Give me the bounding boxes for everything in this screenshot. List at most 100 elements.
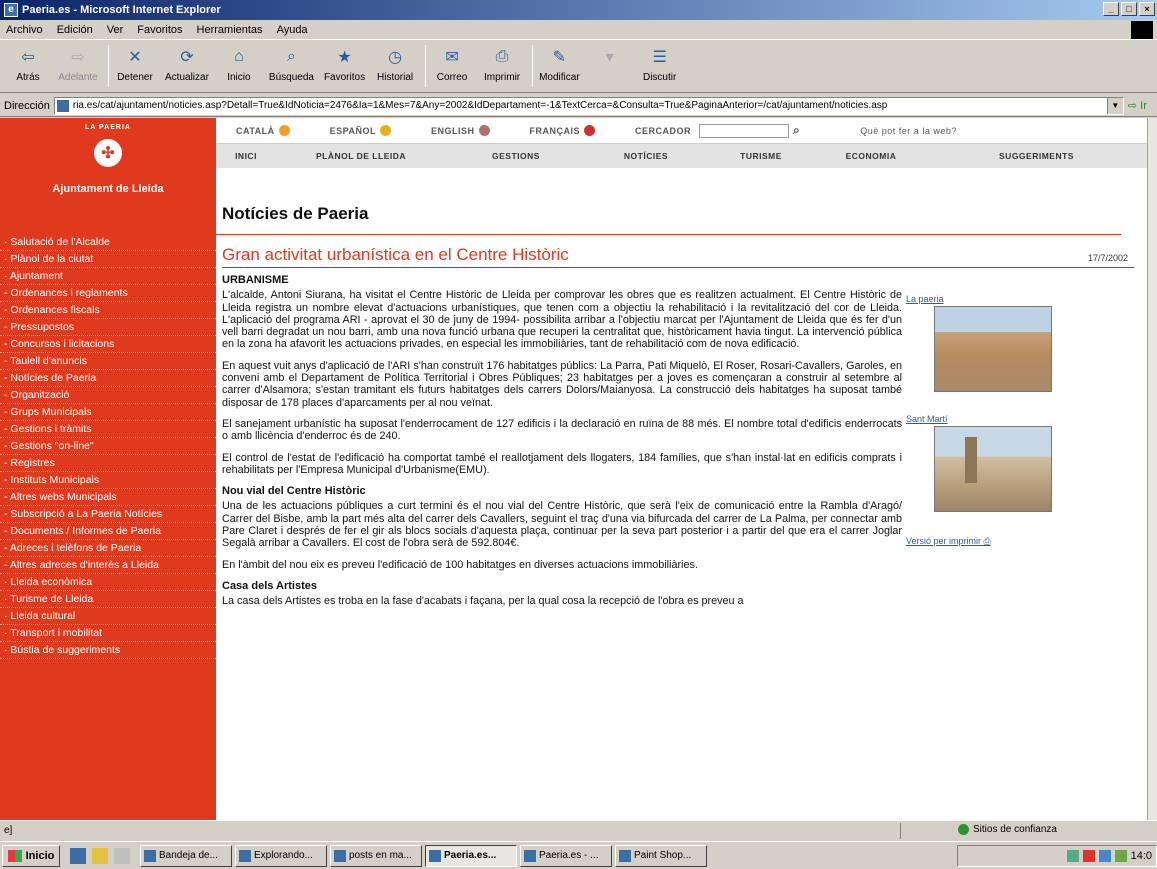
address-label: Dirección (4, 99, 50, 112)
nav-item-4[interactable]: TURISME (706, 151, 816, 161)
nav-item-3[interactable]: NOTÍCIES (586, 151, 706, 161)
toolbar-button-12[interactable]: ☰ Discutir (640, 45, 680, 83)
go-button[interactable]: ⇨ Ir (1128, 99, 1147, 112)
sidebar-item[interactable]: - Grups Municipals (0, 404, 216, 421)
nav-item-1[interactable]: PLÀNOL DE LLEIDA (276, 151, 446, 161)
top-navigation: CATALÀ ESPAÑOL ENGLISH FRANÇAIS CERCADOR ⌕ Què… (216, 118, 1147, 170)
language-link[interactable]: CATALÀ (216, 125, 310, 136)
toolbar-button-2[interactable]: ✕ Detener (115, 45, 155, 83)
taskbar-button[interactable]: Paeria.es... (425, 844, 517, 867)
tray-network-icon[interactable] (1066, 850, 1079, 862)
help-link[interactable]: Què pot fer a la web? (860, 126, 957, 136)
ie-quicklaunch-icon[interactable] (70, 847, 86, 864)
sidebar-item[interactable]: - Altres adreces d'interès a Lleida (0, 557, 216, 574)
nav-item-5[interactable]: ECONOMIA (816, 151, 926, 161)
menu-item-1[interactable]: Edición (57, 24, 93, 36)
sidebar-item[interactable]: · Plànol de la ciutat (0, 251, 216, 268)
sidebar-item[interactable]: · Ajuntament (0, 268, 216, 285)
tray-security-icon[interactable] (1114, 850, 1127, 862)
main-nav: INICI PLÀNOL DE LLEIDA GESTIONS NOTÍCIES TUR… (216, 144, 1147, 168)
nav-item-2[interactable]: GESTIONS (446, 151, 586, 161)
trusted-zone-icon (958, 824, 969, 835)
sidebar-item[interactable]: - Organització (0, 387, 216, 404)
taskbar: Inicio Bandeja de... Explorando... posts e… (0, 841, 1157, 869)
nav-item-6[interactable]: SUGGERIMENTS (926, 151, 1147, 161)
sidebar-item[interactable]: - Taulell d'anuncis (0, 353, 216, 370)
toolbar-button-8[interactable]: ✉ Correo (432, 45, 472, 83)
site-logo[interactable]: LA PAERIA ✣ Ajuntament de Lleida (0, 118, 216, 222)
flag-icon (584, 125, 596, 136)
close-button[interactable]: × (1139, 2, 1155, 16)
sidebar-item[interactable]: · Salutació de l'Alcalde (0, 234, 216, 251)
menu-item-0[interactable]: Archivo (6, 24, 43, 36)
folder-quicklaunch-icon[interactable] (92, 847, 108, 864)
sidebar-item[interactable]: · Lleida cultural (0, 608, 216, 625)
sidebar-item[interactable]: - Pressupostos (0, 319, 216, 336)
language-link[interactable]: FRANÇAIS (510, 125, 616, 136)
sidebar-item[interactable]: - Ordenances i reglaments (0, 285, 216, 302)
search-input[interactable] (699, 123, 790, 138)
toolbar-label: Detener (117, 72, 153, 83)
windows-flag-icon (1131, 21, 1153, 39)
taskbar-button[interactable]: Bandeja de... (140, 844, 232, 867)
toolbar-button-7[interactable]: ◷ Historial (375, 45, 415, 83)
address-input[interactable]: ria.es/cat/ajuntament/noticies.asp?Detal… (53, 96, 1124, 115)
sidebar-item[interactable]: - Adreces i telèfons de Paeria (0, 540, 216, 557)
taskbar-button[interactable]: Paeria.es - ... (520, 844, 612, 867)
article-paragraph: En l'àmbit del nou eix es preveu l'edifi… (222, 558, 698, 571)
sidebar-item[interactable]: · Bústia de suggeriments (0, 642, 216, 659)
taskbar-button[interactable]: Explorando... (235, 844, 327, 867)
minimize-button[interactable]: _ (1103, 2, 1119, 16)
tray-volume-icon[interactable] (1098, 850, 1111, 862)
menu-item-3[interactable]: Favoritos (137, 24, 182, 36)
toolbar-button-6[interactable]: ★ Favoritos (324, 45, 365, 83)
desktop-quicklaunch-icon[interactable] (114, 847, 130, 864)
vertical-scrollbar[interactable] (1147, 118, 1157, 820)
toolbar-button-5[interactable]: ⌕ Búsqueda (269, 45, 314, 83)
task-label: Paint Shop... (634, 850, 692, 861)
sidebar-item[interactable]: - Altres webs Municipals (0, 489, 216, 506)
zone-label: Sitios de confianza (973, 824, 1057, 835)
language-link[interactable]: ENGLISH (411, 125, 510, 136)
sidebar-item[interactable]: - Instituts Municipals (0, 472, 216, 489)
edit-icon: ✎ (552, 49, 567, 66)
nav-item-0[interactable]: INICI (216, 151, 276, 161)
print-icon: ⎙ (495, 48, 509, 65)
menu-item-4[interactable]: Herramientas (197, 24, 263, 36)
ie-window: e Paeria.es - Microsoft Internet Explore… (0, 0, 1157, 869)
menu-item-5[interactable]: Ayuda (277, 24, 308, 36)
language-link[interactable]: ESPAÑOL (310, 125, 411, 136)
sidebar-item[interactable]: - Registres (0, 455, 216, 472)
task-app-icon (144, 849, 156, 862)
toolbar-button-10[interactable]: ✎ Modificar (539, 45, 580, 83)
sidebar-item[interactable]: - Gestions i tràmits (0, 421, 216, 438)
sidebar-item[interactable]: - Notícies de Paeria (0, 370, 216, 387)
sidebar-item[interactable]: · Turisme de Lleida (0, 591, 216, 608)
photo-caption-paeria[interactable]: La paeria (906, 294, 1106, 304)
search-icon[interactable]: ⌕ (793, 123, 800, 138)
page-icon (56, 99, 69, 112)
sidebar-item[interactable]: · Transport i mobilitat (0, 625, 216, 642)
menu-item-2[interactable]: Ver (107, 24, 124, 36)
photo-paeria[interactable] (934, 306, 1052, 392)
start-button[interactable]: Inicio (2, 844, 60, 867)
taskbar-button[interactable]: Paint Shop... (615, 844, 707, 867)
sidebar-item[interactable]: - Ordenances fiscals (0, 302, 216, 319)
sidebar-item[interactable]: - Subscripció a La Paeria Notícies (0, 506, 216, 523)
task-label: Bandeja de... (159, 850, 218, 861)
sidebar-item[interactable]: · Lleida econòmica (0, 574, 216, 591)
toolbar-button-9[interactable]: ⎙ Imprimir (482, 45, 522, 83)
sidebar-item[interactable]: - Documents / Informes de Paeria (0, 523, 216, 540)
photo-caption-sant-marti[interactable]: Sant Martí (906, 414, 1106, 424)
address-dropdown-button[interactable]: ▼ (1106, 97, 1123, 114)
print-version-link[interactable]: Versió per imprimir ⎙ (906, 536, 1106, 547)
tray-app-icon[interactable] (1082, 850, 1095, 862)
toolbar-button-3[interactable]: ⟳ Actualizar (165, 45, 209, 83)
toolbar-button-4[interactable]: ⌂ Inicio (219, 45, 259, 83)
taskbar-button[interactable]: posts en ma... (330, 844, 422, 867)
sidebar-item[interactable]: - Concursos i licitacions (0, 336, 216, 353)
toolbar-button-0[interactable]: ⇦ Atrás (8, 45, 48, 83)
sidebar-item[interactable]: - Gestions "on-line" (0, 438, 216, 455)
photo-sant-marti[interactable] (934, 426, 1052, 512)
maximize-button[interactable]: □ (1121, 2, 1137, 16)
